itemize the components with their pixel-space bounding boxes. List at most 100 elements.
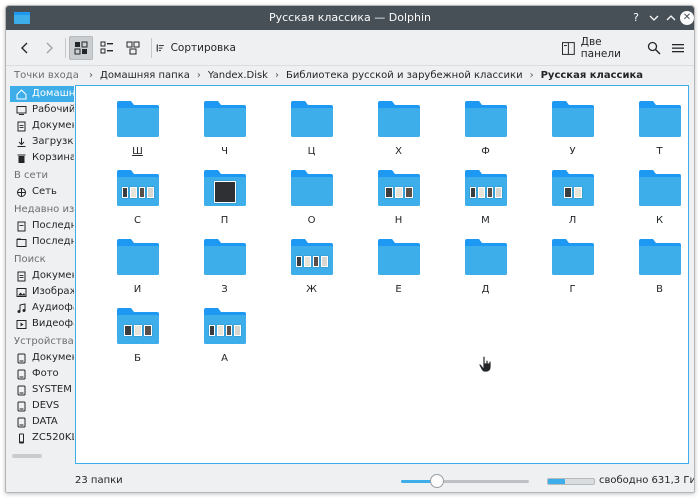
- folder-item[interactable]: Ж: [268, 234, 355, 303]
- folder-name: Х: [395, 146, 402, 157]
- sidebar-item[interactable]: Аудиофайлы: [10, 300, 74, 316]
- free-space-bar[interactable]: [547, 478, 595, 485]
- preview-thumbnail: [225, 324, 232, 336]
- preview-thumbnail: [147, 186, 154, 198]
- split-view-button[interactable]: Две панели: [562, 36, 644, 60]
- folder-item[interactable]: С: [94, 165, 181, 234]
- breadcrumb-separator-icon[interactable]: ›: [89, 70, 93, 81]
- folder-name: Е: [395, 284, 402, 295]
- maximize-icon[interactable]: [663, 10, 679, 26]
- folder-item[interactable]: О: [268, 165, 355, 234]
- folder-item[interactable]: Ф: [442, 96, 529, 165]
- documents-icon: [16, 121, 27, 132]
- folder-item[interactable]: Д: [442, 234, 529, 303]
- sidebar-item-label: Видеофайлы: [32, 318, 74, 329]
- breadcrumb-separator-icon[interactable]: ›: [197, 70, 201, 81]
- folder-name: М: [481, 215, 490, 226]
- folder-item[interactable]: З: [181, 234, 268, 303]
- back-button[interactable]: [14, 36, 36, 60]
- breadcrumb-current[interactable]: Русская классика: [541, 70, 643, 81]
- folder-item[interactable]: Е: [355, 234, 442, 303]
- help-icon[interactable]: ?: [628, 10, 644, 26]
- item-count: 23 папки: [75, 475, 123, 486]
- details-view-icon: [126, 41, 140, 55]
- breadcrumb-item[interactable]: Yandex.Disk: [208, 70, 268, 81]
- folder-item[interactable]: В: [616, 234, 694, 303]
- folder-item[interactable]: Х: [355, 96, 442, 165]
- folder-icon: [116, 307, 160, 345]
- folder-item[interactable]: Л: [529, 165, 616, 234]
- sidebar-item[interactable]: DEVS: [10, 398, 74, 414]
- sidebar-item[interactable]: Документы: [10, 118, 74, 134]
- sidebar-item[interactable]: Документы: [10, 268, 74, 284]
- preview-thumbnail: [312, 255, 319, 267]
- folder-name: Ч: [221, 146, 228, 157]
- folder-name: Ф: [481, 146, 490, 157]
- folder-icon: [290, 238, 334, 276]
- folder-item[interactable]: И: [94, 234, 181, 303]
- zoom-slider-handle[interactable]: [430, 474, 444, 488]
- folder-item[interactable]: У: [529, 96, 616, 165]
- sidebar-item[interactable]: Сеть: [10, 184, 74, 200]
- folder-item[interactable]: Б: [94, 303, 181, 372]
- folder-item[interactable]: Ц: [268, 96, 355, 165]
- sidebar-scrollbar[interactable]: [12, 454, 42, 458]
- folder-icon: [377, 169, 421, 207]
- menu-button[interactable]: [668, 36, 688, 60]
- folder-item[interactable]: М: [442, 165, 529, 234]
- sidebar-item[interactable]: Последние файлы: [10, 218, 74, 234]
- window-title: Русская классика — Dolphin: [268, 11, 431, 24]
- preview-thumbnail: [123, 324, 132, 336]
- preview-thumbnail: [143, 324, 152, 336]
- split-view-label: Две панели: [580, 36, 621, 60]
- sidebar-item[interactable]: Видеофайлы: [10, 316, 74, 332]
- title-bar[interactable]: Русская классика — Dolphin ? ✕: [6, 6, 694, 30]
- search-button[interactable]: [644, 36, 664, 60]
- folder-item[interactable]: А: [181, 303, 268, 372]
- folder-name: Г: [569, 284, 576, 295]
- zoom-slider[interactable]: [401, 474, 529, 488]
- forward-button[interactable]: [38, 36, 60, 60]
- sidebar-item[interactable]: Домашняя папка: [10, 86, 74, 102]
- breadcrumb-separator-icon[interactable]: ›: [275, 70, 279, 81]
- compact-view-button[interactable]: [95, 36, 119, 60]
- sidebar-item[interactable]: SYSTEM: [10, 382, 74, 398]
- sidebar-item[interactable]: DATA: [10, 414, 74, 430]
- sidebar-item[interactable]: Загрузки: [10, 134, 74, 150]
- breadcrumb-separator-icon[interactable]: ›: [530, 70, 534, 81]
- sidebar-item-label: Корзина: [32, 152, 74, 163]
- sidebar-item[interactable]: Корзина: [10, 150, 74, 166]
- folder-item[interactable]: Н: [355, 165, 442, 234]
- icons-view-button[interactable]: [69, 36, 93, 60]
- places-panel: Домашняя папка Рабочий стол Документы Загру…: [10, 86, 74, 468]
- folder-item[interactable]: К: [616, 165, 694, 234]
- folder-item[interactable]: Ш: [94, 96, 181, 165]
- recent-places-icon: [16, 237, 27, 248]
- close-icon[interactable]: ✕: [680, 11, 694, 25]
- sort-button[interactable]: Сортировка: [156, 36, 236, 60]
- folder-item[interactable]: Г: [529, 234, 616, 303]
- search-documents-icon: [16, 271, 27, 282]
- preview-thumbnail: [138, 186, 145, 198]
- file-view[interactable]: Ш Ч Ц Х Ф У Т С П О Н М Л К И З Ж Е Д Г В Б А: [75, 85, 689, 464]
- toolbar: Сортировка Две панели: [6, 30, 694, 66]
- details-view-button[interactable]: [121, 36, 145, 60]
- folder-icon: [464, 100, 508, 138]
- sidebar-item[interactable]: Изображения: [10, 284, 74, 300]
- phone-icon: [16, 433, 27, 444]
- folder-item[interactable]: Ч: [181, 96, 268, 165]
- sidebar-item[interactable]: Фото: [10, 366, 74, 382]
- sidebar-item[interactable]: Рабочий стол: [10, 102, 74, 118]
- sidebar-item[interactable]: Документы: [10, 350, 74, 366]
- folder-icon: [116, 100, 160, 138]
- recent-files-icon: [16, 221, 27, 232]
- folder-item[interactable]: П: [181, 165, 268, 234]
- folder-item[interactable]: Т: [616, 96, 694, 165]
- minimize-icon[interactable]: [646, 10, 662, 26]
- sidebar-item[interactable]: Последние места: [10, 234, 74, 250]
- breadcrumb-item[interactable]: Библиотека русской и зарубежной классики: [286, 70, 523, 81]
- sidebar-item[interactable]: ZC520KL: [10, 430, 74, 446]
- folder-icon: [551, 100, 595, 138]
- folder-icon: [290, 169, 334, 207]
- breadcrumb-item[interactable]: Домашняя папка: [100, 70, 190, 81]
